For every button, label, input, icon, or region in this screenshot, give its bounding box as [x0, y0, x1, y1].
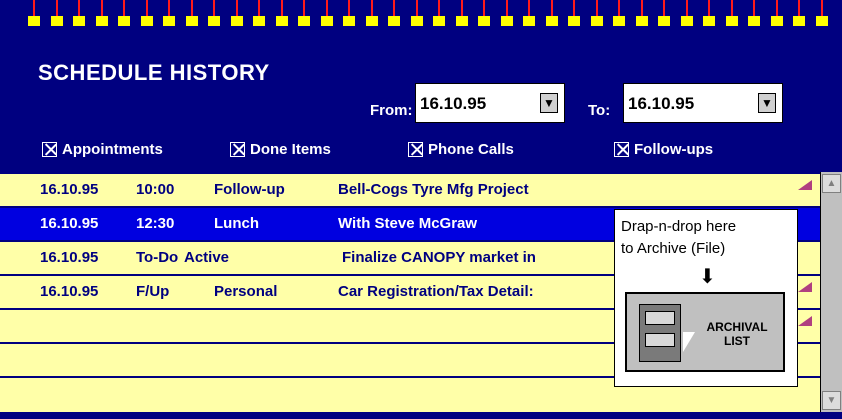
binding-ring-icon — [253, 0, 265, 30]
binding-ring-icon — [298, 0, 310, 30]
checkbox-icon[interactable] — [614, 142, 629, 157]
archival-label-line2: LIST — [724, 334, 750, 348]
binding-ring-icon — [230, 0, 243, 30]
archive-drop-zone[interactable]: Drap-n-drop here to Archive (File) ⬇ ARC… — [614, 209, 798, 387]
row-description: Bell-Cogs Tyre Mfg Project — [338, 181, 529, 198]
row-flag-icon — [798, 282, 812, 292]
row-description: Car Registration/Tax Detail: — [338, 283, 534, 300]
binding-ring-icon — [793, 0, 805, 30]
binding-ring-icon — [140, 0, 153, 30]
filter-label: Done Items — [250, 141, 331, 158]
binding-ring-icon — [455, 0, 468, 30]
binding-ring-icon — [28, 0, 40, 30]
row-type: Active — [184, 249, 230, 266]
binding-ring-icon — [815, 0, 828, 30]
checkbox-icon[interactable] — [408, 142, 423, 157]
binding-ring-icon — [185, 0, 198, 30]
binding-ring-icon — [410, 0, 423, 30]
spiral-binding — [28, 0, 838, 30]
vertical-scrollbar[interactable]: ▲ ▼ — [820, 172, 842, 412]
binding-ring-icon — [545, 0, 558, 30]
row-flag-icon — [798, 180, 812, 190]
checkbox-icon[interactable] — [230, 142, 245, 157]
binding-ring-icon — [118, 0, 130, 30]
archival-label-line1: ARCHIVAL — [706, 320, 768, 334]
binding-ring-icon — [770, 0, 783, 30]
binding-ring-icon — [635, 0, 648, 30]
binding-ring-icon — [320, 0, 333, 30]
checkbox-icon[interactable] — [42, 142, 57, 157]
binding-ring-icon — [163, 0, 175, 30]
scroll-down-icon[interactable]: ▼ — [822, 391, 841, 410]
binding-ring-icon — [500, 0, 513, 30]
row-date: 16.10.95 — [40, 249, 99, 266]
filter-label: Phone Calls — [428, 141, 514, 158]
down-arrow-icon: ⬇ — [699, 266, 716, 288]
filter-phone-calls[interactable]: Phone Calls — [408, 141, 514, 158]
row-description: With Steve McGraw — [338, 215, 478, 232]
row-type: Follow-up — [214, 181, 285, 198]
row-time: 12:30 — [136, 215, 175, 232]
row-date: 16.10.95 — [40, 181, 99, 198]
row-description: Finalize CANOPY market in — [342, 249, 536, 266]
binding-ring-icon — [478, 0, 490, 30]
binding-ring-icon — [433, 0, 445, 30]
page-title: SCHEDULE HISTORY — [38, 60, 270, 85]
from-date-value: 16.10.95 — [420, 94, 487, 113]
to-date-value: 16.10.95 — [628, 94, 695, 113]
to-label: To: — [588, 102, 611, 119]
to-date-dropdown-icon[interactable]: ▼ — [758, 93, 776, 113]
row-date: 16.10.95 — [40, 215, 99, 232]
from-date-field[interactable]: 16.10.95 ▼ — [415, 83, 565, 123]
binding-ring-icon — [613, 0, 625, 30]
binding-ring-icon — [388, 0, 400, 30]
binding-ring-icon — [725, 0, 738, 30]
drop-hint-line2: to Archive (File) — [621, 240, 726, 257]
filter-label: Follow-ups — [634, 141, 714, 158]
archival-list-label: ARCHIVAL LIST — [697, 320, 777, 348]
row-type: Lunch — [214, 215, 259, 232]
filter-appointments[interactable]: Appointments — [42, 141, 163, 158]
row-time: F/Up — [136, 283, 170, 300]
binding-ring-icon — [343, 0, 355, 30]
drop-hint: Drap-n-drop here to Archive (File) — [621, 216, 793, 260]
binding-ring-icon — [658, 0, 670, 30]
binding-ring-icon — [568, 0, 580, 30]
row-time: 10:00 — [136, 181, 175, 198]
binding-ring-icon — [95, 0, 108, 30]
pointer-icon — [683, 332, 695, 352]
binding-ring-icon — [275, 0, 288, 30]
row-date: 16.10.95 — [40, 283, 99, 300]
binding-ring-icon — [748, 0, 760, 30]
binding-ring-icon — [73, 0, 85, 30]
filter-done-items[interactable]: Done Items — [230, 141, 331, 158]
binding-ring-icon — [50, 0, 63, 30]
row-flag-icon — [798, 316, 812, 326]
file-cabinet-icon — [639, 304, 681, 362]
binding-ring-icon — [590, 0, 603, 30]
from-date-dropdown-icon[interactable]: ▼ — [540, 93, 558, 113]
to-date-field[interactable]: 16.10.95 ▼ — [623, 83, 783, 123]
table-row[interactable]: 16.10.95 10:00 Follow-up Bell-Cogs Tyre … — [0, 172, 820, 206]
filter-label: Appointments — [62, 141, 163, 158]
binding-ring-icon — [680, 0, 693, 30]
binding-ring-icon — [523, 0, 535, 30]
schedule-history-window: SCHEDULE HISTORY From: 16.10.95 ▼ To: 16… — [0, 0, 842, 419]
scroll-up-icon[interactable]: ▲ — [822, 174, 841, 193]
filter-follow-ups[interactable]: Follow-ups — [614, 141, 713, 158]
archival-list-button[interactable]: ARCHIVAL LIST — [625, 292, 785, 372]
binding-ring-icon — [703, 0, 715, 30]
drop-hint-line1: Drap-n-drop here — [621, 218, 737, 235]
row-type: Personal — [214, 283, 278, 300]
from-label: From: — [370, 102, 413, 119]
binding-ring-icon — [365, 0, 378, 30]
row-time: To-Do — [136, 249, 179, 266]
binding-ring-icon — [208, 0, 220, 30]
